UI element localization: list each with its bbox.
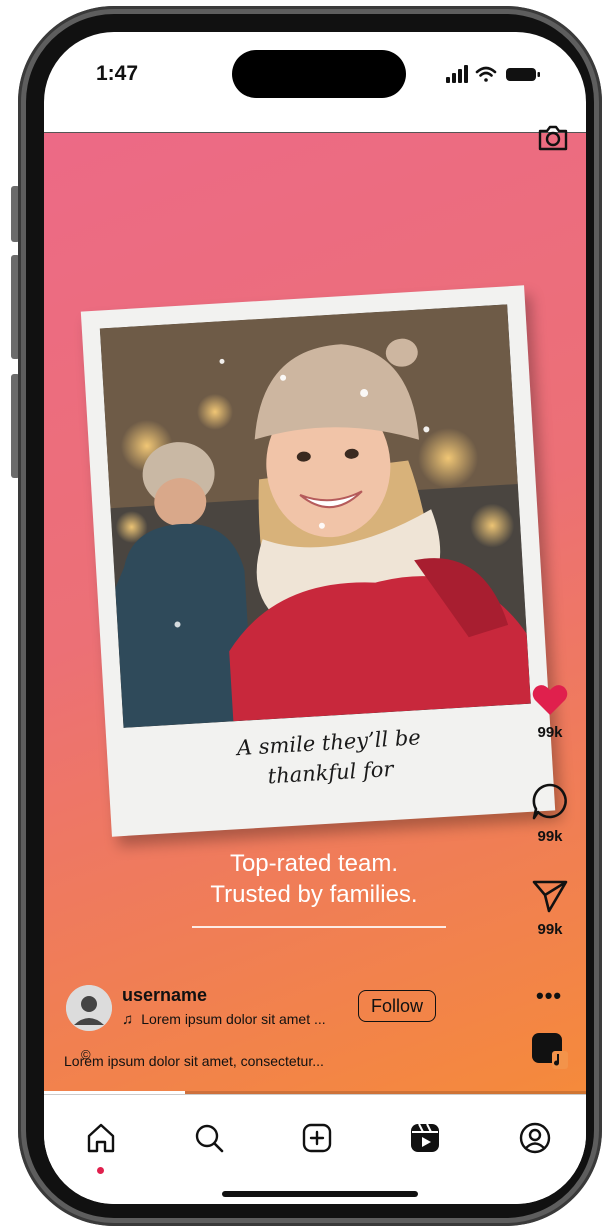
- like-button[interactable]: 99k: [528, 683, 572, 741]
- post-photo: [99, 304, 531, 728]
- tagline-underline: [192, 926, 446, 928]
- post-tagline: Top-rated team. Trusted by families.: [174, 848, 454, 910]
- like-count: 99k: [537, 724, 563, 741]
- tagline-line-2: Trusted by families.: [210, 881, 418, 908]
- reels-icon[interactable]: [408, 1121, 442, 1155]
- post-description[interactable]: Lorem ipsum dolor sit amet, consectetur.…: [64, 1053, 324, 1069]
- send-icon: [532, 880, 568, 913]
- music-note-icon: ♫: [122, 1011, 134, 1028]
- polaroid-frame: A smile they’ll be thankful for: [80, 285, 556, 837]
- reel-content[interactable]: A smile they’ll be thankful for Top-rate…: [44, 125, 586, 1095]
- comment-button[interactable]: 99k: [528, 781, 572, 845]
- author-username[interactable]: username: [122, 985, 207, 1006]
- music-icon[interactable]: [532, 1033, 568, 1069]
- comment-icon: [532, 783, 567, 820]
- dynamic-island: [232, 50, 406, 98]
- heart-icon: [532, 685, 568, 715]
- home-icon[interactable]: [84, 1121, 118, 1155]
- comment-count: 99k: [537, 828, 563, 845]
- tagline-line-1: Top-rated team.: [229, 850, 399, 877]
- status-icons: [446, 65, 540, 83]
- more-icon[interactable]: •••: [536, 983, 562, 1009]
- home-active-dot: [97, 1167, 104, 1174]
- profile-icon[interactable]: [518, 1121, 552, 1155]
- share-button[interactable]: 99k: [528, 878, 572, 938]
- author-avatar[interactable]: [66, 985, 112, 1031]
- screen: 1:47 A smile they’ll be thankful for Top…: [44, 32, 586, 1204]
- song-title: Lorem ipsum dolor sit amet ...: [141, 1011, 326, 1027]
- status-time: 1:47: [96, 62, 139, 85]
- battery-icon: [506, 68, 540, 81]
- signal-icon: [446, 65, 468, 83]
- wifi-icon: [475, 66, 497, 82]
- search-icon[interactable]: [192, 1121, 226, 1155]
- song-info[interactable]: ♫ Lorem ipsum dolor sit amet ...: [122, 1011, 326, 1028]
- copyright-icon: ©: [81, 1047, 91, 1062]
- avatar-icon: [66, 985, 112, 1031]
- share-count: 99k: [537, 921, 563, 938]
- follow-button[interactable]: Follow: [358, 990, 436, 1022]
- home-indicator: [222, 1191, 418, 1197]
- create-icon[interactable]: [300, 1121, 334, 1155]
- bottom-nav: [44, 1094, 586, 1204]
- status-bar: 1:47: [44, 32, 586, 132]
- camera-icon[interactable]: [536, 121, 570, 155]
- photo-illustration: [99, 304, 531, 728]
- polaroid-caption: A smile they’ll be thankful for: [236, 725, 422, 789]
